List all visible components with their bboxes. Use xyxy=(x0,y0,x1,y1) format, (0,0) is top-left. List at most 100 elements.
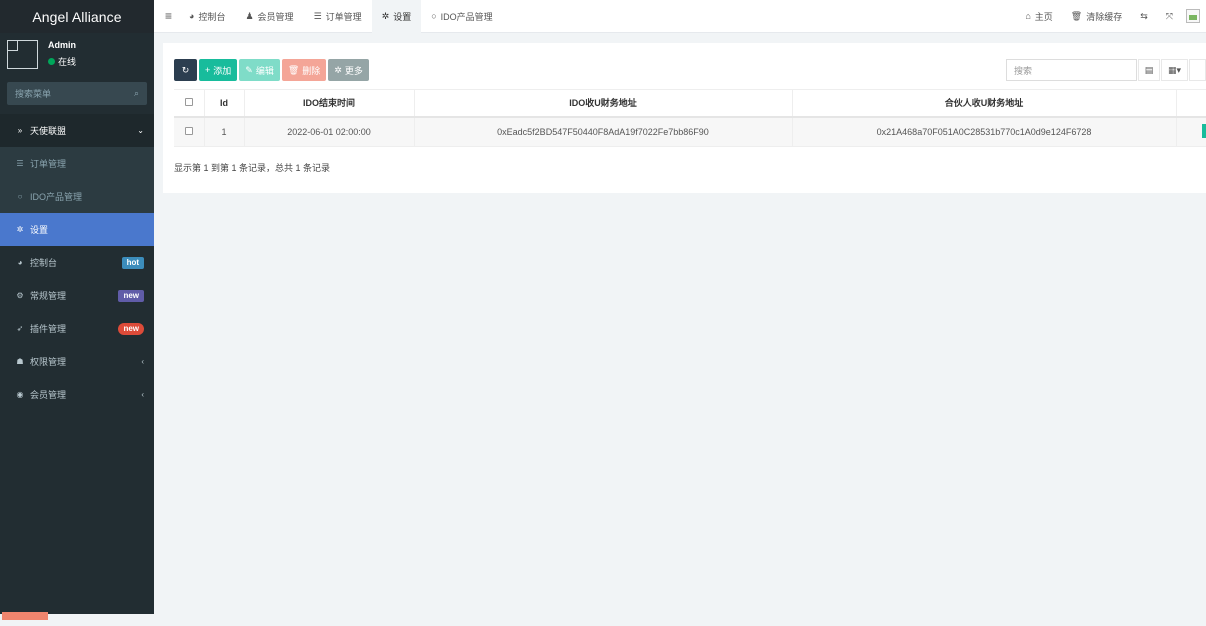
top-navbar: ≡ ◕ 控制台 ♟ 会员管理 ☰ 订单管理 ✲ 设置 ○ IDO产品管理 ⌂ 主… xyxy=(154,0,1206,33)
user-icon: ♟ xyxy=(245,10,254,21)
chevron-left-icon: ‹ xyxy=(141,357,144,366)
home-label: 主页 xyxy=(1034,11,1053,22)
row-select-cell[interactable] xyxy=(174,116,205,147)
gear-icon: ✲ xyxy=(334,64,342,75)
table-search-placeholder: 搜索 xyxy=(1014,65,1033,76)
sidebar-item-general[interactable]: ⚙ 常规管理 new xyxy=(0,279,154,312)
table-header-row: Id IDO结束时间 IDO收U财务地址 合伙人收U财务地址 xyxy=(174,89,1206,118)
language-icon: ⇆ xyxy=(1140,10,1148,21)
tab-orders[interactable]: ☰ 订单管理 xyxy=(304,0,372,33)
sidebar-item-dashboard[interactable]: ◕ 控制台 hot xyxy=(0,246,154,279)
sidebar-item-label: 订单管理 xyxy=(30,159,67,169)
delete-button[interactable]: 🗑 删除 xyxy=(281,59,327,81)
column-header[interactable]: IDO收U财务地址 xyxy=(414,89,793,118)
expand-icon: ⤧ xyxy=(1165,10,1173,21)
dashboard-icon: ◕ xyxy=(17,258,23,267)
chevron-down-icon: ⌄ xyxy=(137,126,144,135)
sidebar-item-permissions[interactable]: ☗ 权限管理 ‹ xyxy=(0,345,154,378)
fullscreen-button[interactable]: ⤧ xyxy=(1157,0,1182,33)
row-checkbox[interactable] xyxy=(184,126,193,135)
more-button[interactable]: ✲ 更多 xyxy=(328,59,369,81)
sidebar-item-label: 设置 xyxy=(30,225,49,235)
more-label: 更多 xyxy=(344,65,363,76)
sidebar-item-settings[interactable]: ✲ 设置 xyxy=(0,213,154,246)
app-logo[interactable]: Angel Alliance xyxy=(0,0,154,33)
cogs-icon: ⚙ xyxy=(16,291,24,300)
delete-label: 删除 xyxy=(302,65,321,76)
column-header[interactable]: Id xyxy=(204,89,245,118)
sidebar-item-label: 常规管理 xyxy=(30,291,67,301)
user-circle-icon: ◉ xyxy=(16,390,24,399)
list-icon: ☰ xyxy=(16,159,24,168)
search-icon[interactable]: ⌕ xyxy=(134,88,139,99)
plus-icon: + xyxy=(205,65,211,75)
badge-new: new xyxy=(118,289,144,302)
user-status-label: 在线 xyxy=(58,57,77,67)
table-view-icon: ▤ xyxy=(1144,64,1154,75)
language-button[interactable]: ⇆ xyxy=(1131,0,1157,33)
sidebar-item-ido-products[interactable]: ○ IDO产品管理 xyxy=(0,180,154,213)
add-label: 添加 xyxy=(213,65,232,76)
home-link[interactable]: ⌂ 主页 xyxy=(1016,0,1061,33)
table-cell: 2022-06-01 02:00:00 xyxy=(244,116,415,147)
select-all-checkbox[interactable] xyxy=(184,97,193,106)
tab-ido-products[interactable]: ○ IDO产品管理 xyxy=(421,0,502,33)
badge-new: new xyxy=(118,322,144,335)
sidebar-item-label: 权限管理 xyxy=(30,357,67,367)
avatar xyxy=(7,40,38,69)
tab-label: 订单管理 xyxy=(325,11,362,22)
table-toolbar: ↻ + 添加 ✎ 编辑 🗑 删除 ✲ 更多 xyxy=(174,59,369,81)
sidebar-menu: » 天使联盟 ⌄ ☰ 订单管理 ○ IDO产品管理 ✲ 设置 ◕ 控制台 hot… xyxy=(0,114,154,411)
dashboard-icon: ◕ xyxy=(189,11,195,21)
circle-o-icon: ○ xyxy=(17,192,23,201)
columns-dropdown-button[interactable]: ▦▾ xyxy=(1161,59,1188,81)
rocket-icon: ➶ xyxy=(16,324,24,333)
sidebar-item-orders[interactable]: ☰ 订单管理 xyxy=(0,147,154,180)
chevron-left-icon: ‹ xyxy=(141,390,144,399)
trash-icon: 🗑 xyxy=(1070,10,1083,21)
tab-label: IDO产品管理 xyxy=(440,11,493,22)
table-cell: 1 xyxy=(204,116,245,147)
sidebar: Angel Alliance Admin 在线 搜索菜单 ⌕ » 天使联盟 ⌄ … xyxy=(0,0,154,620)
tab-dashboard[interactable]: ◕ 控制台 xyxy=(179,0,235,33)
sidebar-item-label: 会员管理 xyxy=(30,390,67,400)
column-header[interactable]: IDO结束时间 xyxy=(244,89,415,118)
sidebar-item-label: 控制台 xyxy=(30,258,58,268)
column-header-operate xyxy=(1176,89,1206,118)
edit-label: 编辑 xyxy=(255,65,274,76)
export-button[interactable] xyxy=(1189,59,1206,81)
tab-settings[interactable]: ✲ 设置 xyxy=(371,0,422,33)
gear-icon: ✲ xyxy=(381,10,390,21)
sidebar-search-input[interactable]: 搜索菜单 ⌕ xyxy=(7,82,147,105)
broken-image-icon[interactable] xyxy=(1186,9,1200,23)
select-all-cell[interactable] xyxy=(174,89,205,118)
content-panel: ↻ + 添加 ✎ 编辑 🗑 删除 ✲ 更多 搜索 ▤ ▦▾ Id IDO结束时间… xyxy=(163,43,1206,193)
refresh-icon: ↻ xyxy=(181,64,190,75)
user-panel: Admin 在线 xyxy=(0,33,154,78)
user-name: Admin xyxy=(48,40,76,50)
table-search-input[interactable]: 搜索 xyxy=(1006,59,1137,81)
circle-o-icon: ○ xyxy=(431,11,437,21)
online-dot-icon xyxy=(48,58,55,65)
edit-button[interactable]: ✎ 编辑 xyxy=(239,59,280,81)
sidebar-item-angel-alliance[interactable]: » 天使联盟 ⌄ xyxy=(0,114,154,147)
sidebar-item-plugins[interactable]: ➶ 插件管理 new xyxy=(0,312,154,345)
refresh-button[interactable]: ↻ xyxy=(174,59,197,81)
list-icon: ☰ xyxy=(313,10,322,21)
operate-edit-button[interactable] xyxy=(1202,124,1206,138)
badge-hot: hot xyxy=(121,256,144,269)
toggle-view-button[interactable]: ▤ xyxy=(1138,59,1160,81)
table-row[interactable]: 1 2022-06-01 02:00:00 0xEadc5f2BD547F504… xyxy=(174,116,1206,147)
hamburger-icon: ≡ xyxy=(165,9,173,23)
columns-icon: ▦▾ xyxy=(1167,64,1182,75)
pagination-info: 显示第 1 到第 1 条记录，总共 1 条记录 xyxy=(174,163,331,173)
tab-members[interactable]: ♟ 会员管理 xyxy=(235,0,303,33)
table-cell: 0xEadc5f2BD547F50440F8AdA19f7022Fe7bb86F… xyxy=(414,116,793,147)
sidebar-item-members[interactable]: ◉ 会员管理 ‹ xyxy=(0,378,154,411)
sidebar-toggle-button[interactable]: ≡ xyxy=(154,0,179,33)
column-header[interactable]: 合伙人收U财务地址 xyxy=(792,89,1177,118)
user-status: 在线 xyxy=(48,55,76,68)
add-button[interactable]: + 添加 xyxy=(199,59,238,81)
clear-cache-button[interactable]: 🗑 清除缓存 xyxy=(1062,0,1131,33)
gear-icon: ✲ xyxy=(16,225,24,234)
